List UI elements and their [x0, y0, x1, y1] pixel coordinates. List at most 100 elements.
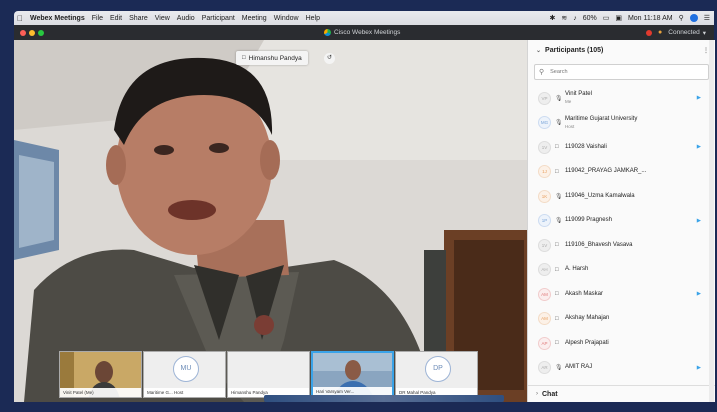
microphone-icon[interactable]: 🎙	[555, 364, 563, 371]
participant-name-block: Vinit Patel Me	[565, 91, 592, 105]
lock-icon[interactable]: ●	[658, 29, 662, 36]
menu-help[interactable]: Help	[306, 15, 320, 22]
panel-scrollbar[interactable]	[709, 40, 714, 402]
participants-title: Participants (105)	[545, 46, 604, 54]
participant-name: 119042_PRAYAG JAMKAR_...	[565, 168, 647, 175]
participant-row[interactable]: AR 🎙 AMIT RAJ ▶	[528, 356, 715, 381]
chevron-down-icon[interactable]: ▾	[703, 29, 706, 37]
microphone-icon[interactable]: 🎙	[555, 95, 563, 102]
participant-row[interactable]: 1V □ 119106_Bhavesh Vasava	[528, 233, 715, 258]
participant-search[interactable]: ⚲	[534, 64, 709, 80]
avatar: AR	[538, 361, 551, 375]
participant-role: Host	[565, 123, 575, 129]
phone-icon: □	[242, 55, 246, 61]
participant-row[interactable]: 1K 🎙 119046_Uzma Kamalwala	[528, 184, 715, 209]
menu-meeting[interactable]: Meeting	[242, 15, 267, 22]
phone-icon[interactable]: □	[555, 340, 561, 346]
menu-view[interactable]: View	[155, 15, 170, 22]
participant-row[interactable]: 1P 🎙 119099 Pragnesh ▶	[528, 209, 715, 234]
thumbnail-5[interactable]: DP DR Mahal Pandya	[395, 351, 478, 398]
participant-row[interactable]: AM □ Akash Maskar ▶	[528, 282, 715, 307]
avatar: AP	[538, 336, 551, 350]
participants-header[interactable]: ⌄ Participants (105) ⋮	[528, 40, 715, 60]
camera-icon[interactable]: ▶	[697, 365, 701, 371]
wifi-icon[interactable]: ≋	[561, 14, 567, 22]
avatar: AM	[538, 312, 551, 326]
participant-name: Akshay Mahajan	[565, 315, 610, 322]
apple-icon[interactable]: 	[14, 14, 26, 23]
phone-icon[interactable]: □	[555, 291, 561, 297]
phone-icon[interactable]: □	[555, 144, 561, 150]
phone-icon[interactable]: □	[555, 242, 561, 248]
participant-row[interactable]: 1V □ 119028 Vaishali ▶	[528, 135, 715, 160]
recording-icon[interactable]	[646, 29, 653, 36]
webex-logo-icon	[324, 29, 331, 36]
notification-center-icon[interactable]: ☰	[704, 14, 710, 22]
menu-edit[interactable]: Edit	[110, 15, 122, 22]
siri-icon[interactable]	[689, 14, 698, 22]
clock[interactable]: Mon 11:18 AM	[628, 15, 673, 22]
chevron-down-icon[interactable]: ⌄	[536, 47, 541, 54]
battery-percent[interactable]: 60%	[583, 15, 597, 22]
participant-row[interactable]: AP □ Alpesh Prajapati	[528, 331, 715, 356]
search-input[interactable]	[548, 68, 683, 76]
participant-row[interactable]: MG 🎙 Maritime Gujarat University Host	[528, 111, 715, 136]
status-menus: ✱ ≋ ♪ 60% ▭ ▣ Mon 11:18 AM ⚲ ☰	[543, 14, 714, 22]
menu-participant[interactable]: Participant	[202, 15, 235, 22]
avatar: 1K	[538, 189, 551, 203]
avatar: AH	[538, 263, 551, 277]
swap-view-button[interactable]: ↺	[324, 53, 335, 64]
phone-icon[interactable]: □	[555, 267, 561, 273]
participant-name: Akash Maskar	[565, 290, 604, 297]
camera-icon[interactable]: ▶	[697, 291, 701, 297]
avatar-initials: MU	[173, 356, 199, 382]
active-speaker-label[interactable]: □ Himanshu Pandya	[236, 51, 308, 65]
connection-status[interactable]: Connected	[668, 29, 699, 36]
phone-icon[interactable]: □	[555, 316, 561, 322]
close-window-button[interactable]	[20, 29, 26, 36]
menu-window[interactable]: Window	[274, 15, 299, 22]
avatar: AM	[538, 287, 551, 301]
microphone-icon[interactable]: 🎙	[555, 193, 563, 200]
camera-icon[interactable]: ▶	[697, 95, 701, 101]
thumbnail-3[interactable]: Himanshu Pandya	[227, 351, 310, 398]
participant-row[interactable]: 1J □ 119042_PRAYAG JAMKAR_...	[528, 160, 715, 185]
menu-app-name[interactable]: Webex Meetings	[30, 15, 85, 22]
spotlight-icon[interactable]: ⚲	[679, 14, 684, 22]
zoom-window-button[interactable]	[38, 29, 44, 36]
camera-icon[interactable]: ▶	[697, 144, 701, 150]
minimize-window-button[interactable]	[29, 29, 35, 36]
avatar-initials: DP	[425, 356, 451, 382]
window-title: Cisco Webex Meetings	[324, 29, 400, 36]
chat-section-header[interactable]: › Chat	[528, 385, 715, 402]
microphone-icon[interactable]: 🎙	[555, 119, 563, 126]
bluetooth-icon[interactable]: ✱	[549, 14, 555, 22]
microphone-icon[interactable]: 🎙	[555, 217, 563, 224]
menu-share[interactable]: Share	[129, 15, 148, 22]
phone-icon[interactable]: □	[555, 169, 561, 175]
thumbnail-name: Vinit Patel (Me)	[60, 388, 141, 397]
participant-row[interactable]: AM □ Akshay Mahajan	[528, 307, 715, 332]
active-speaker-video[interactable]: □ Himanshu Pandya ↺ Vinit Patel (Me) MU …	[14, 40, 527, 402]
thumbnail-name: Maritime G... Host	[144, 388, 225, 397]
participant-row[interactable]: VP 🎙 Vinit Patel Me ▶	[528, 86, 715, 111]
speaker-video-image	[14, 40, 527, 402]
thumbnail-2[interactable]: MU Maritime G... Host	[143, 351, 226, 398]
menu-file[interactable]: File	[92, 15, 103, 22]
thumbnail-1[interactable]: Vinit Patel (Me)	[59, 351, 142, 398]
participant-row[interactable]: AH □ A. Harsh	[528, 258, 715, 283]
chevron-right-icon[interactable]: ›	[536, 391, 538, 397]
camera-icon[interactable]: ▶	[697, 218, 701, 224]
avatar: 1V	[538, 140, 551, 154]
chat-label: Chat	[542, 390, 558, 398]
volume-icon[interactable]: ♪	[573, 15, 577, 22]
participant-list: VP 🎙 Vinit Patel Me ▶ MG 🎙 Maritime Gujar…	[528, 86, 715, 380]
dock[interactable]	[264, 395, 504, 402]
title-bar-status: ● Connected ▾	[646, 29, 714, 37]
participants-panel: ⌄ Participants (105) ⋮ ⚲ VP 🎙 Vinit Pate…	[527, 40, 715, 402]
active-speaker-name: Himanshu Pandya	[248, 54, 302, 62]
battery-icon[interactable]: ▭	[603, 14, 610, 22]
thumbnail-4[interactable]: Hari Varsyam Ver...	[311, 351, 394, 398]
display-icon[interactable]: ▣	[615, 14, 622, 22]
menu-audio[interactable]: Audio	[177, 15, 195, 22]
